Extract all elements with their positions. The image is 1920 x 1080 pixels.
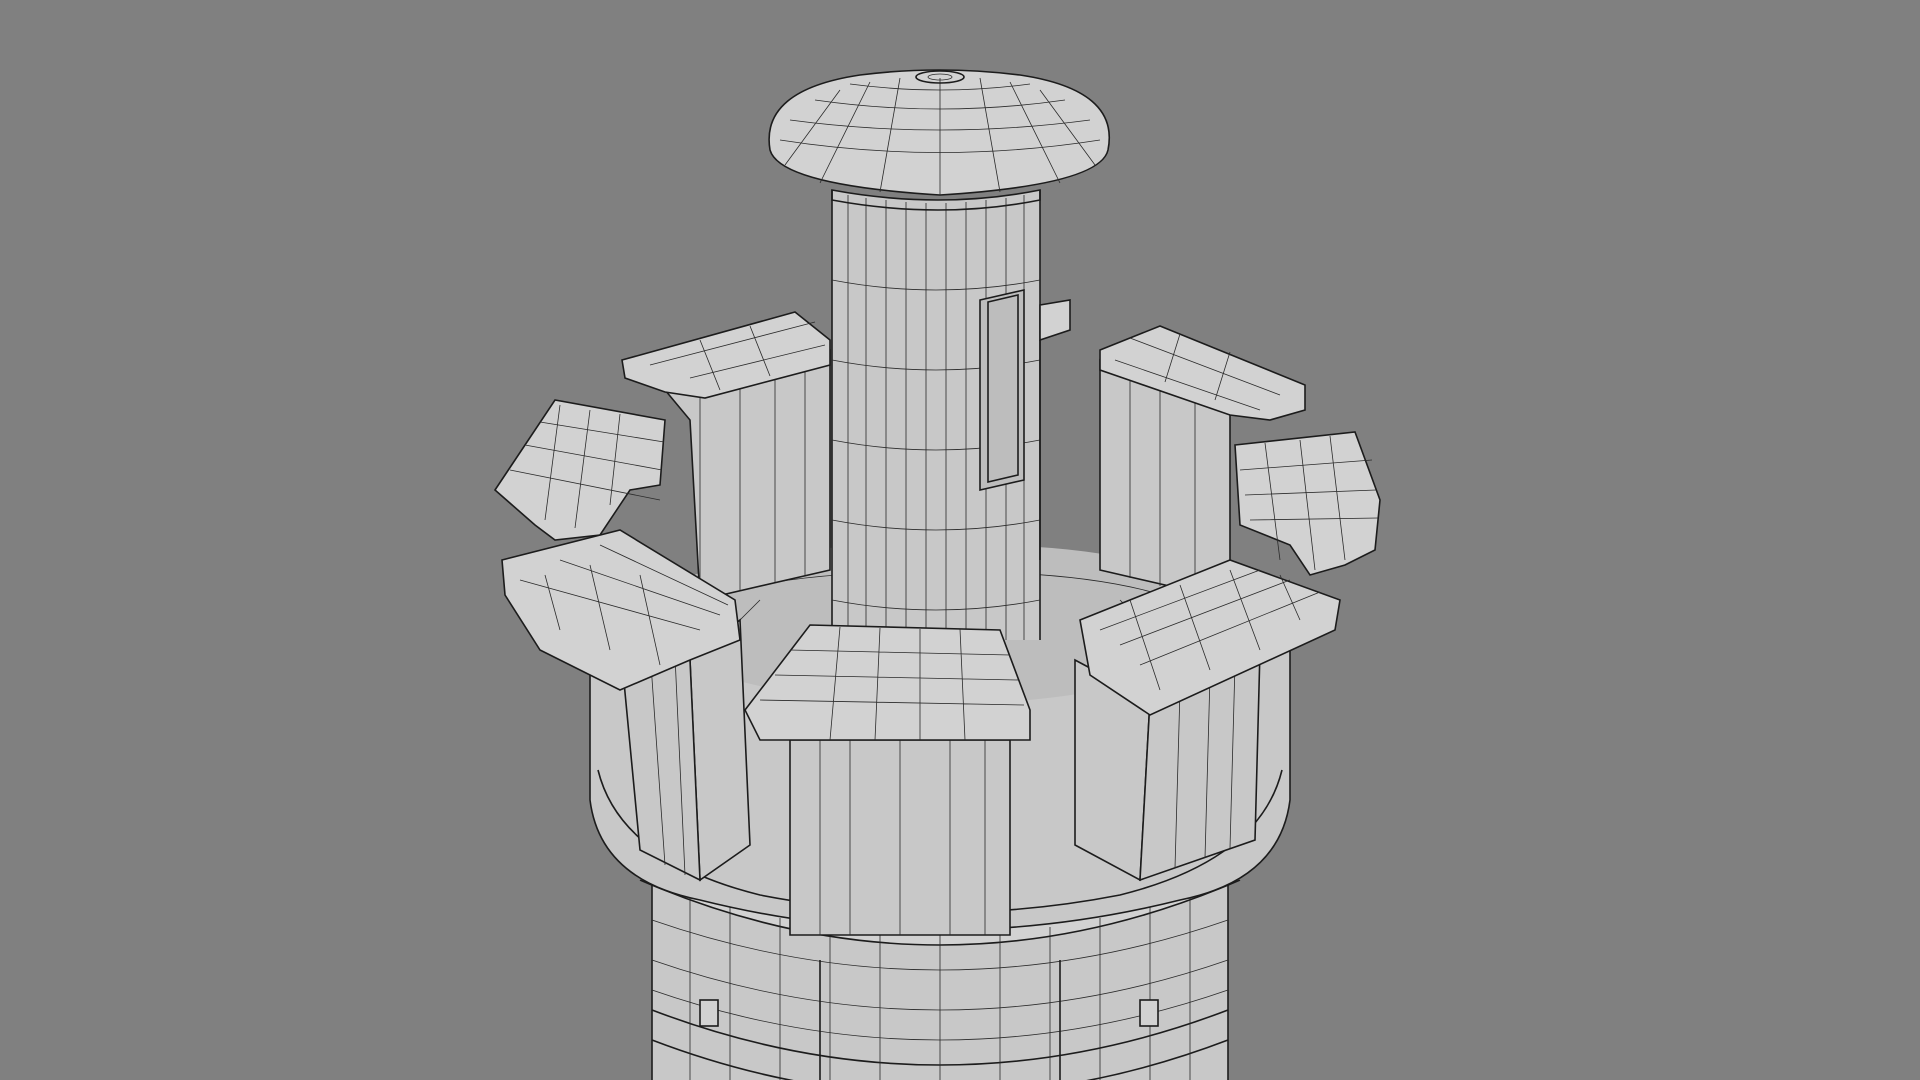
tower-cap — [768, 69, 1110, 211]
merlon-front-right — [1074, 559, 1341, 882]
3d-viewport[interactable] — [0, 0, 1920, 1080]
merlon-far-left — [493, 399, 666, 541]
tower-model-render[interactable] — [0, 0, 1920, 1080]
central-stair-tower — [831, 190, 1071, 650]
merlon-far-right — [1234, 431, 1381, 576]
